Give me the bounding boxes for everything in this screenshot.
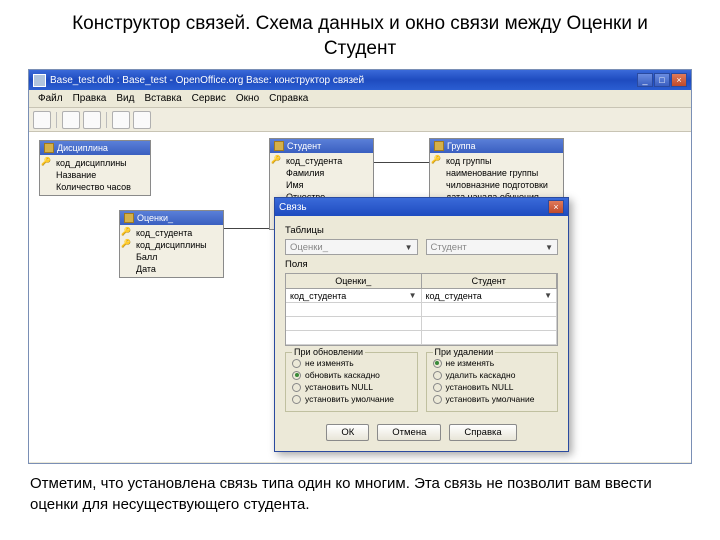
- dialog-close-button[interactable]: ×: [548, 200, 564, 214]
- toolbar: [29, 108, 691, 132]
- field[interactable]: Балл: [120, 251, 223, 263]
- menu-file[interactable]: Файл: [33, 92, 68, 105]
- field[interactable]: чиловназние подготовки: [430, 179, 563, 191]
- field[interactable]: код_дисциплины: [120, 239, 223, 251]
- group-on-update: При обновлении не изменять обновить каск…: [285, 352, 418, 412]
- app-window: Base_test.odb : Base_test - OpenOffice.o…: [28, 69, 692, 464]
- col-right: Студент: [422, 274, 558, 289]
- cell-empty[interactable]: [422, 331, 558, 345]
- add-table-icon[interactable]: [112, 111, 130, 129]
- field[interactable]: код_студента: [270, 155, 373, 167]
- slide-title: Конструктор связей. Схема данных и окно …: [0, 0, 720, 69]
- relation-line[interactable]: [374, 162, 429, 163]
- ok-button[interactable]: ОК: [326, 424, 369, 441]
- menu-insert[interactable]: Вставка: [139, 92, 186, 105]
- field[interactable]: Фамилия: [270, 167, 373, 179]
- relation-dialog: Связь × Таблицы Оценки_▼ Студент▼ Поля О…: [274, 197, 569, 452]
- field[interactable]: Количество часов: [40, 181, 150, 193]
- table-icon: [124, 213, 134, 223]
- add-relation-icon[interactable]: [133, 111, 151, 129]
- app-icon: [33, 74, 46, 87]
- field[interactable]: Имя: [270, 179, 373, 191]
- select-table-right[interactable]: Студент▼: [426, 239, 559, 255]
- cell-empty[interactable]: [286, 303, 422, 317]
- maximize-button[interactable]: □: [654, 73, 670, 87]
- chevron-down-icon: ▼: [544, 291, 552, 300]
- cell-empty[interactable]: [286, 317, 422, 331]
- radio-u-default[interactable]: установить умолчание: [292, 393, 411, 405]
- radio-d-default[interactable]: установить умолчание: [433, 393, 552, 405]
- dialog-titlebar: Связь ×: [275, 198, 568, 216]
- titlebar: Base_test.odb : Base_test - OpenOffice.o…: [29, 70, 691, 90]
- field[interactable]: Название: [40, 169, 150, 181]
- chevron-down-icon: ▼: [409, 291, 417, 300]
- radio-u-cascade[interactable]: обновить каскадно: [292, 369, 411, 381]
- table-disciplina[interactable]: Дисциплина код_дисциплины Название Колич…: [39, 140, 151, 196]
- menu-window[interactable]: Окно: [231, 92, 264, 105]
- relation-line[interactable]: [224, 228, 269, 229]
- table-icon: [434, 141, 444, 151]
- menu-edit[interactable]: Правка: [68, 92, 112, 105]
- cell-empty[interactable]: [286, 331, 422, 345]
- window-title: Base_test.odb : Base_test - OpenOffice.o…: [50, 75, 364, 86]
- col-left: Оценки_: [286, 274, 422, 289]
- menu-help[interactable]: Справка: [264, 92, 313, 105]
- table-icon: [274, 141, 284, 151]
- menu-tools[interactable]: Сервис: [187, 92, 231, 105]
- minimize-button[interactable]: _: [637, 73, 653, 87]
- radio-d-cascade[interactable]: удалить каскадно: [433, 369, 552, 381]
- fields-grid: Оценки_ Студент код_студента▼ код_студен…: [285, 273, 558, 346]
- field[interactable]: код_дисциплины: [40, 157, 150, 169]
- chevron-down-icon: ▼: [405, 243, 413, 252]
- field[interactable]: код группы: [430, 155, 563, 167]
- table-ocenki[interactable]: Оценки_ код_студента код_дисциплины Балл…: [119, 210, 224, 278]
- radio-d-nochange[interactable]: не изменять: [433, 357, 552, 369]
- table-icon: [44, 143, 54, 153]
- close-button[interactable]: ×: [671, 73, 687, 87]
- save-icon[interactable]: [33, 111, 51, 129]
- cell-field-left[interactable]: код_студента▼: [286, 289, 422, 303]
- select-table-left[interactable]: Оценки_▼: [285, 239, 418, 255]
- field[interactable]: Дата: [120, 263, 223, 275]
- group-on-delete: При удалении не изменять удалить каскадн…: [426, 352, 559, 412]
- radio-u-null[interactable]: установить NULL: [292, 381, 411, 393]
- label-fields: Поля: [285, 259, 558, 270]
- table-gruppa[interactable]: Группа код группы наименование группы чи…: [429, 138, 564, 206]
- cell-empty[interactable]: [422, 303, 558, 317]
- cell-field-right[interactable]: код_студента▼: [422, 289, 558, 303]
- footnote: Отметим, что установлена связь типа один…: [0, 464, 720, 515]
- cell-empty[interactable]: [422, 317, 558, 331]
- menu-view[interactable]: Вид: [111, 92, 139, 105]
- undo-icon[interactable]: [62, 111, 80, 129]
- menubar: Файл Правка Вид Вставка Сервис Окно Спра…: [29, 90, 691, 108]
- field[interactable]: наименование группы: [430, 167, 563, 179]
- chevron-down-icon: ▼: [545, 243, 553, 252]
- label-tables: Таблицы: [285, 225, 558, 236]
- radio-u-nochange[interactable]: не изменять: [292, 357, 411, 369]
- help-button[interactable]: Справка: [449, 424, 516, 441]
- redo-icon[interactable]: [83, 111, 101, 129]
- schema-canvas[interactable]: Дисциплина код_дисциплины Название Колич…: [29, 132, 691, 462]
- radio-d-null[interactable]: установить NULL: [433, 381, 552, 393]
- field[interactable]: код_студента: [120, 227, 223, 239]
- cancel-button[interactable]: Отмена: [377, 424, 441, 441]
